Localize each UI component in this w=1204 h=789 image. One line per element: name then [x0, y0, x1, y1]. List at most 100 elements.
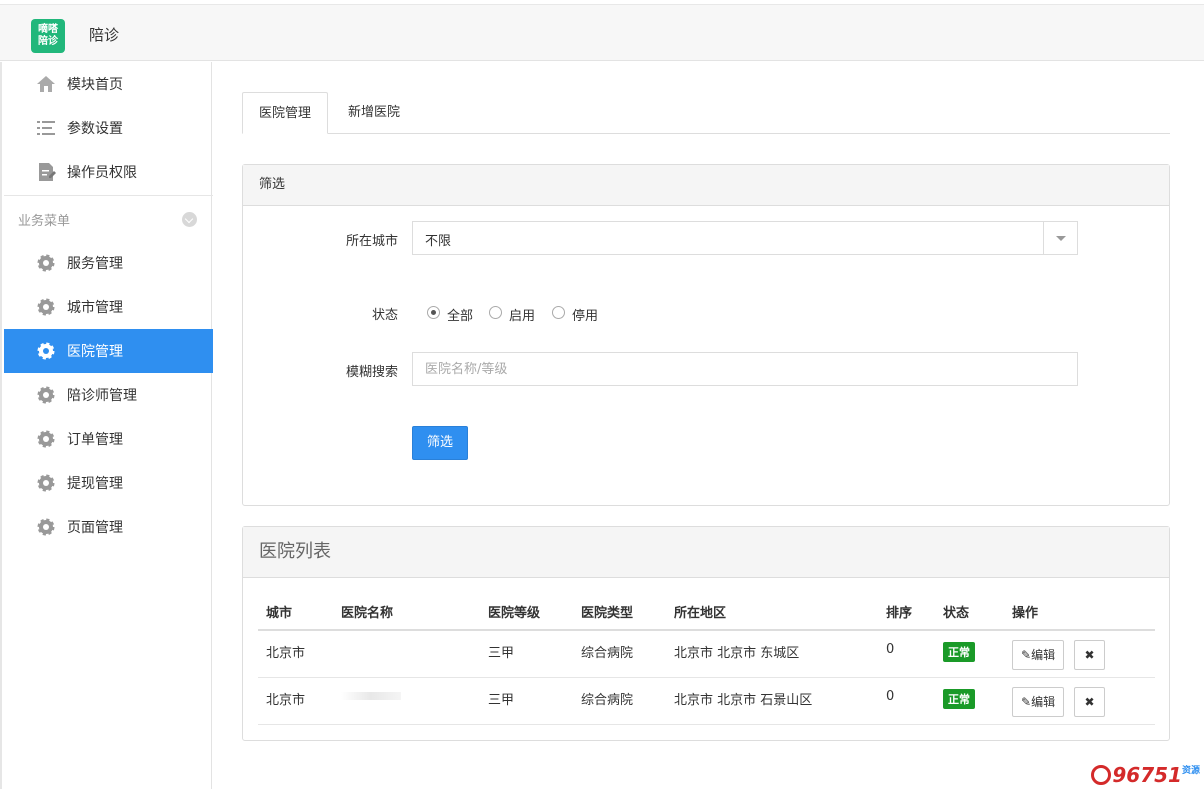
column-header: 医院等级 — [480, 593, 573, 631]
radio-label: 全部 — [447, 309, 474, 324]
cell-name — [333, 677, 480, 725]
watermark-suffix: 资源 — [1181, 766, 1200, 776]
sidebar-item-label: 医院管理 — [67, 344, 123, 360]
sidebar-item-label: 订单管理 — [67, 432, 123, 448]
filter-panel: 筛选 所在城市 不限 状态 全部 启用 停用 模糊搜索 筛选 — [242, 164, 1170, 506]
table-row: 北京市 三甲 综合病院 北京市 北京市 东城区 0 正常 ✎编辑 ✖ — [258, 630, 1155, 678]
edit-label: 编辑 — [1031, 648, 1056, 662]
cell-region: 北京市 北京市 石景山区 — [666, 677, 878, 725]
cell-status: 正常 — [935, 630, 1004, 678]
app-logo[interactable]: 嘀嗒 陪诊 — [31, 19, 65, 53]
cell-actions: ✎编辑 ✖ — [1004, 630, 1155, 678]
sidebar-item-label: 服务管理 — [67, 256, 123, 272]
sidebar-item-label: 提现管理 — [67, 476, 123, 492]
cell-city: 北京市 — [258, 677, 333, 725]
home-icon — [37, 76, 55, 92]
gear-icon — [37, 298, 55, 316]
pencil-icon: ✎ — [1021, 694, 1032, 709]
gear-icon — [37, 342, 55, 360]
city-select[interactable]: 不限 — [412, 221, 1078, 255]
sidebar-item-home[interactable]: 模块首页 — [4, 62, 213, 106]
sidebar-item-escorts[interactable]: 陪诊师管理 — [4, 373, 213, 417]
sidebar: 模块首页 参数设置 操作员权限 业务菜单 服务管理 城市管理 医院管理 陪诊师管… — [0, 62, 213, 789]
sidebar-item-orders[interactable]: 订单管理 — [4, 417, 213, 461]
search-label: 模糊搜索 — [345, 365, 398, 380]
sidebar-item-label: 页面管理 — [67, 520, 123, 536]
table-header-row: 城市 医院名称 医院等级 医院类型 所在地区 排序 状态 操作 — [258, 593, 1155, 631]
edit-button[interactable]: ✎编辑 — [1012, 640, 1065, 670]
close-icon: ✖ — [1084, 648, 1095, 662]
cell-sort: 0 — [878, 630, 935, 678]
column-header: 状态 — [935, 593, 1004, 631]
tab-hospital-management[interactable]: 医院管理 — [242, 92, 329, 134]
radio-icon[interactable] — [552, 306, 565, 319]
list-panel-title: 医院列表 — [243, 527, 1169, 578]
cell-type: 综合病院 — [573, 677, 666, 725]
filter-button[interactable]: 筛选 — [412, 426, 468, 460]
sidebar-item-label: 参数设置 — [67, 121, 123, 137]
gear-icon — [37, 430, 55, 448]
sidebar-item-permissions[interactable]: 操作员权限 — [4, 150, 213, 194]
collapse-toggle-icon[interactable] — [182, 212, 197, 227]
chevron-down-icon[interactable] — [1043, 222, 1077, 254]
list-settings-icon — [37, 121, 55, 135]
city-select-value: 不限 — [425, 234, 452, 249]
radio-label: 停用 — [572, 309, 599, 324]
column-header: 所在地区 — [666, 593, 878, 631]
gear-icon — [37, 518, 55, 536]
table-row: 北京市 三甲 综合病院 北京市 北京市 石景山区 0 正常 ✎编辑 ✖ — [258, 677, 1155, 725]
sidebar-section-title: 业务菜单 — [18, 214, 71, 229]
edit-label: 编辑 — [1031, 694, 1056, 709]
tab-add-hospital[interactable]: 新增医院 — [332, 92, 416, 134]
sidebar-item-label: 城市管理 — [67, 300, 123, 316]
status-label: 状态 — [371, 308, 398, 323]
delete-button[interactable]: ✖ — [1074, 640, 1106, 670]
radio-icon[interactable] — [489, 306, 502, 319]
radio-icon[interactable] — [427, 306, 440, 319]
sidebar-item-services[interactable]: 服务管理 — [4, 241, 213, 285]
status-badge: 正常 — [943, 688, 975, 709]
delete-button[interactable]: ✖ — [1074, 686, 1106, 717]
edit-button[interactable]: ✎编辑 — [1012, 686, 1065, 717]
status-badge: 正常 — [943, 642, 975, 662]
column-header: 医院类型 — [573, 593, 666, 631]
cell-level: 三甲 — [480, 677, 573, 725]
document-edit-icon — [39, 163, 56, 181]
redacted-name — [341, 691, 401, 700]
app-title: 陪诊 — [89, 26, 120, 44]
gear-icon — [37, 474, 55, 492]
cell-type: 综合病院 — [573, 630, 666, 678]
cell-city: 北京市 — [258, 630, 333, 678]
cell-status: 正常 — [935, 677, 1004, 725]
search-input[interactable] — [413, 353, 1077, 385]
sidebar-item-label: 模块首页 — [67, 77, 123, 93]
cell-level: 三甲 — [480, 630, 573, 678]
sidebar-item-pages[interactable]: 页面管理 — [4, 505, 213, 549]
logo-text-line2: 陪诊 — [38, 36, 58, 47]
sidebar-item-settings[interactable]: 参数设置 — [4, 106, 213, 150]
sidebar-item-label: 陪诊师管理 — [67, 388, 137, 404]
watermark-logo-icon — [1091, 765, 1112, 785]
cell-region: 北京市 北京市 东城区 — [666, 630, 878, 678]
sidebar-item-label: 操作员权限 — [67, 165, 137, 181]
pencil-icon: ✎ — [1021, 648, 1032, 662]
sidebar-item-cities[interactable]: 城市管理 — [4, 285, 213, 329]
gear-icon — [37, 254, 55, 272]
cell-sort: 0 — [878, 677, 935, 725]
tab-bar: 医院管理 新增医院 — [242, 92, 1170, 134]
gear-icon — [37, 386, 55, 404]
sidebar-item-withdrawals[interactable]: 提现管理 — [4, 461, 213, 505]
cell-name — [333, 630, 480, 678]
radio-label: 启用 — [509, 309, 536, 324]
logo-text-line1: 嘀嗒 — [38, 24, 58, 35]
watermark-text: 96751 — [1112, 763, 1182, 787]
close-icon: ✖ — [1084, 694, 1095, 709]
search-input-wrap — [412, 352, 1078, 386]
sidebar-item-hospitals[interactable]: 医院管理 — [4, 329, 213, 373]
top-bar: 嘀嗒 陪诊 陪诊 — [0, 4, 1204, 61]
column-header: 排序 — [878, 593, 935, 631]
cell-actions: ✎编辑 ✖ — [1004, 677, 1155, 725]
site-watermark: 96751资源 — [1091, 763, 1200, 787]
column-header: 医院名称 — [333, 593, 480, 631]
column-header: 城市 — [258, 593, 333, 631]
